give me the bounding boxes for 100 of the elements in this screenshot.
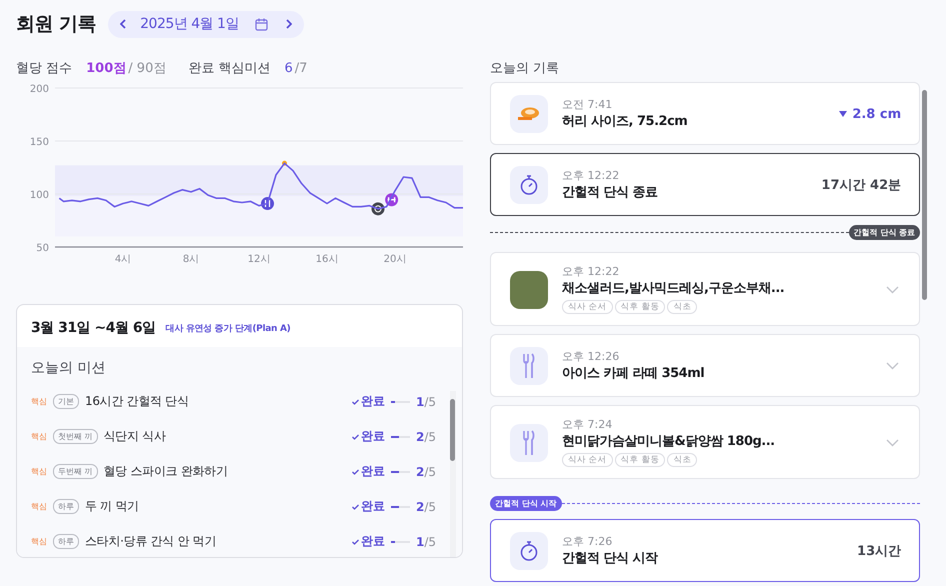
meal-marker-icon [261,197,274,210]
record-tag: 식초 [667,453,698,467]
stopwatch-icon [510,166,548,204]
progress-total: /5 [424,430,436,444]
progress-total: /5 [424,500,436,514]
chevron-right-icon[interactable] [286,19,292,29]
calendar-icon[interactable] [254,18,268,30]
page-title: 회원 기록 [16,12,96,37]
stat-total: /7 [294,61,308,76]
core-tag: 핵심 [31,501,53,512]
mission-name: 16시간 간헐적 단식 [85,393,190,410]
category-badge: 하루 [53,499,79,514]
record-time: 오후 12:22 [562,168,620,182]
progress-done: 1 [416,394,424,408]
completed-status: 완료 [361,533,385,550]
core-tag: 핵심 [31,431,53,442]
mission-name: 혈당 스파이크 완화하기 [104,463,229,480]
mission-name: 스타치·당류 간식 안 먹기 [85,533,218,550]
record-title: 간헐적 단식 종료 [562,184,659,202]
record-title: 간헐적 단식 시작 [562,550,659,568]
check-icon [352,504,359,510]
category-badge: 하루 [53,534,79,549]
record-tag: 식사 순서 [562,453,613,467]
record-card[interactable]: 오후 7:26 간헐적 단식 시작 13시간 [490,519,920,582]
timeline-label: 간헐적 단식 종료 [848,224,920,240]
record-time: 오전 7:41 [562,98,614,112]
x-axis-label: 16시 [316,254,338,265]
week-range: 3월 31일 ~4월 6일 [31,319,156,337]
check-icon [352,398,359,404]
y-axis-label: 150 [30,137,49,148]
category-badge: 두번째 끼 [53,464,98,479]
core-tag: 핵심 [31,396,53,407]
progress-total: /5 [424,534,436,548]
chevron-left-icon[interactable] [120,19,126,29]
tape-measure-icon [510,95,548,133]
check-icon [352,538,359,544]
stopwatch-icon [510,532,548,570]
y-axis-label: 200 [30,84,49,95]
down-triangle-icon [839,111,848,117]
timeline-label: 간헐적 단식 시작 [490,496,562,510]
completed-status: 완료 [361,498,385,515]
x-axis-label: 4시 [114,254,132,265]
record-value: 2.8 cm [852,106,902,122]
cutlery-icon [510,347,548,385]
y-axis-label: 50 [36,243,49,254]
plan-label: 대사 유연성 증가 단계(Plan A) [166,322,290,334]
record-title: 아이스 카페 라떼 354ml [562,364,706,382]
cutlery-icon [510,424,548,462]
record-card[interactable]: 오후 12:22 채소샐러드,발사믹드레싱,구운소부채... 식사 순서 식후 활동 식초 [490,252,920,326]
stopwatch-marker-icon [372,202,384,216]
completed-status: 완료 [361,428,385,445]
record-value: 13시간 [857,543,902,560]
record-value: 17시간 42분 [821,177,902,194]
stat-value: 6 [284,61,293,76]
category-badge: 첫번째 끼 [53,429,98,444]
core-tag: 핵심 [31,536,53,547]
mission-name: 두 끼 먹기 [85,498,140,515]
record-tag: 식후 활동 [614,453,666,467]
record-card[interactable]: 오후 12:22 간헐적 단식 종료 17시간 42분 [490,153,920,216]
peak-marker [282,160,287,166]
record-tag: 식초 [667,300,698,314]
date-text: 2025년 4월 1일 [140,15,239,33]
progress-done: 1 [416,534,424,548]
dumbbell-marker-icon [385,193,398,206]
record-time: 오후 7:24 [562,418,614,432]
stat-label: 혈당 점수 [16,60,72,77]
record-card[interactable]: 오후 7:24 현미닭가슴살미니볼&닭양쌈 180g... 식사 순서 식후 활동 식초 [490,405,920,479]
record-title: 현미닭가슴살미니볼&닭양쌈 180g... [562,433,776,451]
progress-done: 2 [416,430,424,444]
check-icon [352,434,359,440]
chevron-down-icon[interactable] [886,438,900,446]
x-axis-label: 8시 [182,254,200,265]
progress-done: 2 [416,500,424,514]
food-photo-placeholder [510,270,548,308]
core-tag: 핵심 [31,466,53,477]
check-icon [352,468,359,474]
mission-name: 식단지 식사 [104,428,167,445]
progress-total: /5 [424,394,436,408]
chevron-down-icon[interactable] [886,286,900,294]
x-axis-label: 12시 [248,254,270,265]
record-time: 오후 12:22 [562,265,620,279]
record-time: 오후 12:26 [562,350,620,364]
y-axis-label: 100 [30,190,49,201]
record-title: 허리 사이즈, 75.2cm [562,112,688,130]
stat-total: / 90점 [128,60,166,77]
completed-status: 완료 [361,463,385,480]
scrollbar[interactable] [450,391,456,557]
records-heading: 오늘의 기록 [490,60,560,78]
stat-value: 100점 [86,60,126,77]
record-tag: 식사 순서 [562,300,613,314]
chevron-down-icon[interactable] [886,362,900,370]
record-time: 오후 7:26 [562,534,614,548]
record-card[interactable]: 오후 12:26 아이스 카페 라떼 354ml [490,334,920,397]
missions-heading: 오늘의 미션 [31,359,106,377]
stat-label: 완료 핵심미션 [188,60,270,77]
record-title: 채소샐러드,발사믹드레싱,구운소부채... [562,280,786,298]
progress-total: /5 [424,464,436,478]
progress-done: 2 [416,464,424,478]
record-card[interactable]: 오전 7:41 허리 사이즈, 75.2cm 2.8 cm [490,82,920,145]
record-tag: 식후 활동 [614,300,666,314]
